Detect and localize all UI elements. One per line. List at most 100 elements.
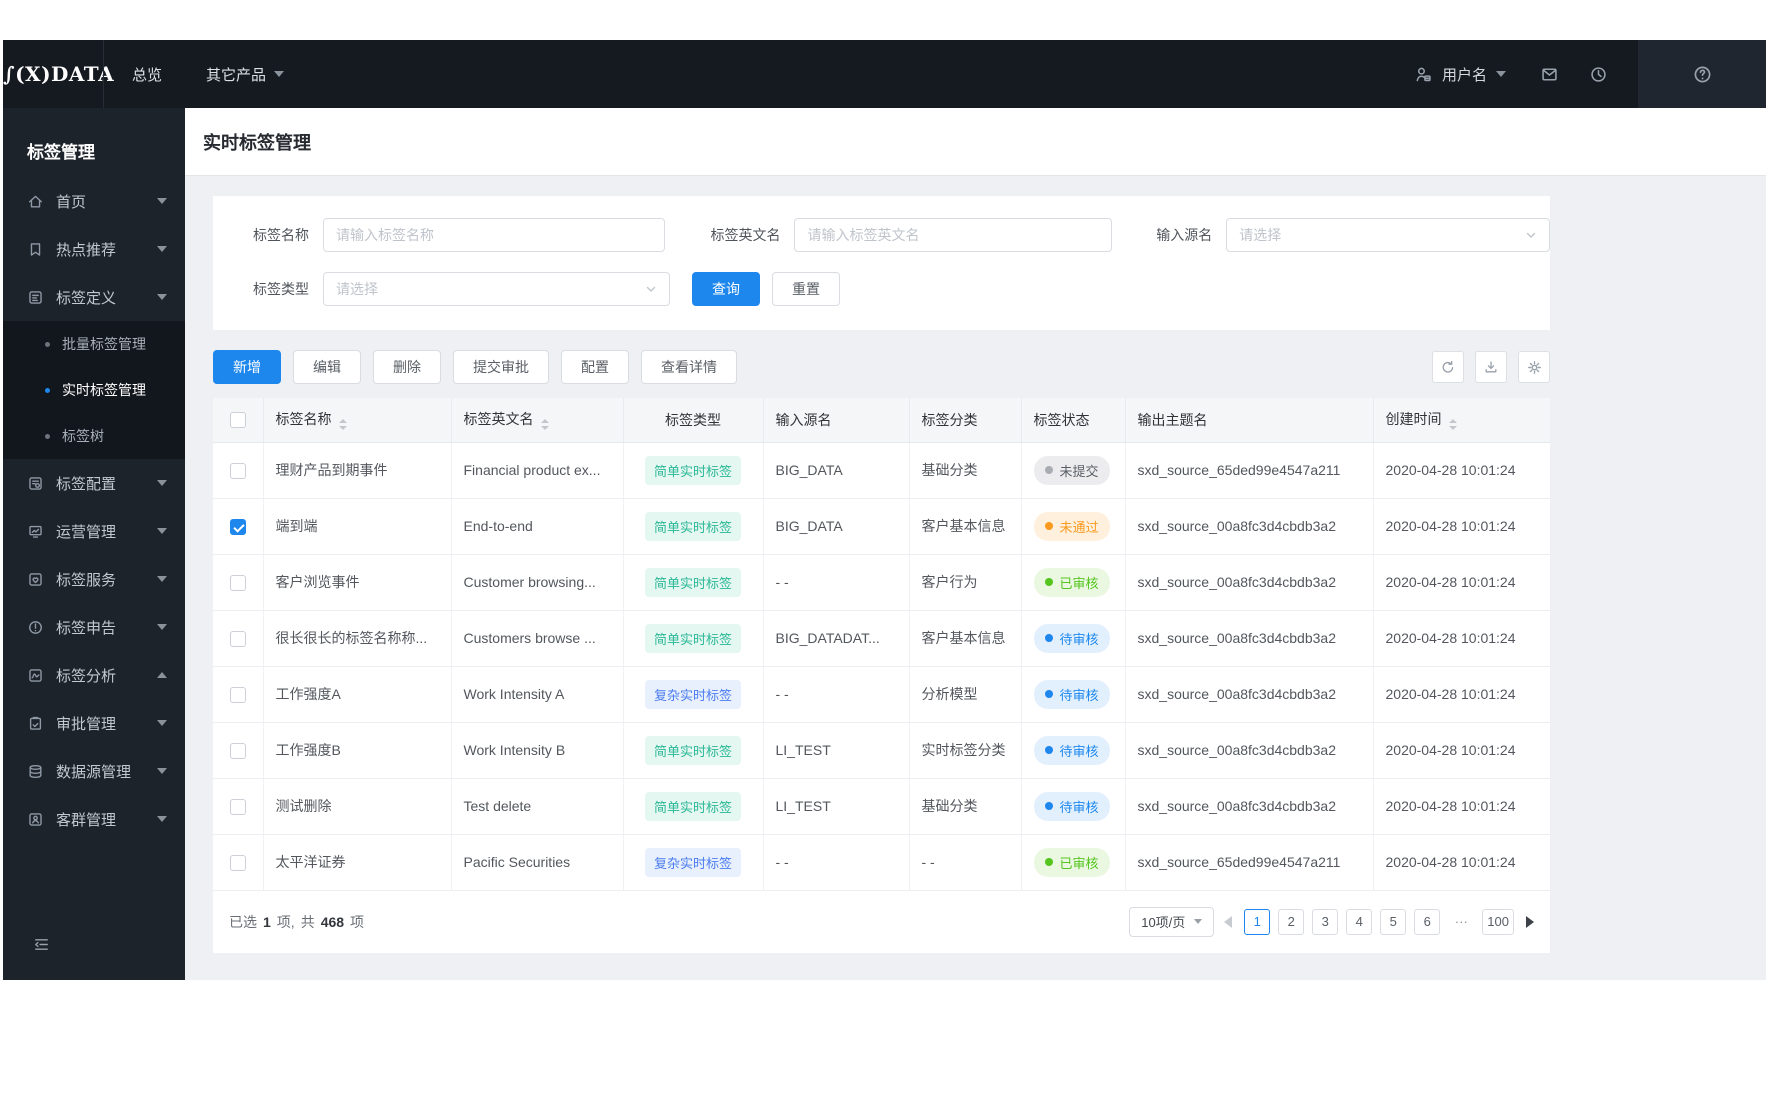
row-checkbox[interactable] xyxy=(229,742,246,759)
reset-button[interactable]: 重置 xyxy=(772,272,840,306)
nav-item-other-products[interactable]: 其它产品 xyxy=(206,64,285,85)
row-checkbox[interactable] xyxy=(229,798,246,815)
pagination-page[interactable]: 4 xyxy=(1346,908,1373,935)
tag-name-label: 标签名称 xyxy=(253,227,309,243)
sidebar-item[interactable]: 标签分析 xyxy=(3,651,185,699)
sort-icon[interactable] xyxy=(338,419,347,431)
column-header[interactable]: 创建时间 xyxy=(1373,398,1550,443)
sidebar-subitem[interactable]: 标签树 xyxy=(3,413,185,459)
pagination-page[interactable]: 2 xyxy=(1278,908,1305,935)
sort-icon[interactable] xyxy=(540,419,549,431)
help-button[interactable] xyxy=(1638,40,1766,108)
cell-output-topic: sxd_source_00a8fc3d4cbdb3a2 xyxy=(1125,778,1374,835)
nav-item-overview[interactable]: 总览 xyxy=(132,64,162,85)
pagination-page[interactable]: 5 xyxy=(1380,908,1407,935)
chevron-down-icon xyxy=(157,480,167,486)
cell-category: - - xyxy=(909,834,1022,891)
bullet-dot xyxy=(45,341,50,347)
user-menu[interactable]: 用户名 xyxy=(1414,64,1506,85)
datasource-icon xyxy=(27,763,44,780)
cell-category: 客户行为 xyxy=(909,554,1022,611)
user-icon xyxy=(1414,65,1433,84)
column-header[interactable]: 标签名称 xyxy=(263,398,452,443)
chevron-down-icon xyxy=(645,283,657,295)
status-badge: 已审核 xyxy=(1033,567,1110,597)
chevron-down-icon xyxy=(1194,919,1203,924)
pagination-page[interactable]: 1 xyxy=(1244,908,1271,935)
pagination-next-icon[interactable] xyxy=(1526,915,1534,928)
tag-service-icon xyxy=(27,571,44,588)
settings-icon xyxy=(1526,359,1543,376)
table-footer: 已选 1 项, 共 468 项 10项/页 1 2 3 4 5 6 ··· 10… xyxy=(213,891,1550,953)
row-checkbox[interactable] xyxy=(229,574,246,591)
cell-tag-type: 复杂实时标签 xyxy=(623,666,764,723)
sort-icon[interactable] xyxy=(1448,419,1457,431)
input-source-select[interactable]: 请选择 xyxy=(1226,218,1550,252)
pagination-prev-icon[interactable] xyxy=(1224,915,1233,928)
tag-type-badge: 简单实时标签 xyxy=(644,791,741,821)
cell-output-topic: sxd_source_65ded99e4547a211 xyxy=(1125,442,1374,499)
collapse-sidebar-icon[interactable] xyxy=(33,936,50,953)
pagination-ellipsis: ··· xyxy=(1448,908,1475,935)
column-header: 标签状态 xyxy=(1021,398,1126,443)
refresh-button[interactable] xyxy=(1432,351,1464,383)
select-all-checkbox[interactable] xyxy=(229,412,246,429)
sidebar-item[interactable]: 审批管理 xyxy=(3,699,185,747)
tag-type-badge: 简单实时标签 xyxy=(644,511,741,541)
sidebar-item[interactable]: 标签申告 xyxy=(3,603,185,651)
tag-type-badge: 简单实时标签 xyxy=(644,567,741,597)
column-header: 输入源名 xyxy=(763,398,910,443)
sidebar-item[interactable]: 热点推荐 xyxy=(3,225,185,273)
tag-report-icon xyxy=(27,619,44,636)
cell-tag-name-en: Financial product ex... xyxy=(451,442,624,499)
sidebar-item[interactable]: 客群管理 xyxy=(3,795,185,843)
search-button[interactable]: 查询 xyxy=(692,272,760,306)
tag-type-select[interactable]: 请选择 xyxy=(323,272,670,306)
cell-output-topic: sxd_source_00a8fc3d4cbdb3a2 xyxy=(1125,666,1374,723)
sidebar-item[interactable]: 数据源管理 xyxy=(3,747,185,795)
sidebar-item[interactable]: 首页 xyxy=(3,177,185,225)
sidebar-item[interactable]: 标签服务 xyxy=(3,555,185,603)
cell-tag-name-en: Work Intensity A xyxy=(451,666,624,723)
sidebar-item[interactable]: 标签定义 xyxy=(3,273,185,321)
sidebar-item[interactable]: 标签配置 xyxy=(3,459,185,507)
username-label: 用户名 xyxy=(1441,66,1487,84)
tag-name-en-label: 标签英文名 xyxy=(710,227,781,243)
tag-type-badge: 简单实时标签 xyxy=(644,455,741,485)
tag-name-input[interactable] xyxy=(323,218,666,252)
settings-button[interactable] xyxy=(1518,351,1550,383)
toolbar-button[interactable]: 提交审批 xyxy=(453,350,549,384)
toolbar-button[interactable]: 编辑 xyxy=(293,350,361,384)
download-button[interactable] xyxy=(1475,351,1507,383)
toolbar-button[interactable]: 查看详情 xyxy=(641,350,737,384)
cell-tag-name-en: Test delete xyxy=(451,778,624,835)
pagination: 1 2 3 4 5 6 ··· 100 xyxy=(1224,908,1534,935)
clock-icon[interactable] xyxy=(1589,65,1608,84)
pagination-page[interactable]: 100 xyxy=(1482,908,1514,935)
row-checkbox[interactable] xyxy=(229,518,246,535)
toolbar-button[interactable]: 新增 xyxy=(213,350,281,384)
sidebar-subitem[interactable]: 批量标签管理 xyxy=(3,321,185,367)
page-size-select[interactable]: 10项/页 xyxy=(1129,906,1215,937)
cell-input-source: - - xyxy=(763,666,910,723)
column-header: 标签类型 xyxy=(623,398,764,443)
toolbar-button[interactable]: 配置 xyxy=(561,350,629,384)
tag-name-en-input[interactable] xyxy=(794,218,1113,252)
cell-category: 客户基本信息 xyxy=(909,610,1022,667)
row-checkbox[interactable] xyxy=(229,854,246,871)
pagination-page[interactable]: 6 xyxy=(1414,908,1441,935)
mail-icon[interactable] xyxy=(1540,65,1559,84)
page-header: 实时标签管理 xyxy=(185,108,1766,176)
status-badge: 待审核 xyxy=(1033,735,1110,765)
row-checkbox[interactable] xyxy=(229,462,246,479)
pagination-page[interactable]: 3 xyxy=(1312,908,1339,935)
row-checkbox[interactable] xyxy=(229,630,246,647)
tag-type-label: 标签类型 xyxy=(253,281,309,297)
nav-divider xyxy=(103,40,104,108)
cell-tag-name: 客户浏览事件 xyxy=(263,554,452,611)
toolbar-button[interactable]: 删除 xyxy=(373,350,441,384)
sidebar-subitem[interactable]: 实时标签管理 xyxy=(3,367,185,413)
sidebar-item[interactable]: 运营管理 xyxy=(3,507,185,555)
column-header[interactable]: 标签英文名 xyxy=(451,398,624,443)
row-checkbox[interactable] xyxy=(229,686,246,703)
